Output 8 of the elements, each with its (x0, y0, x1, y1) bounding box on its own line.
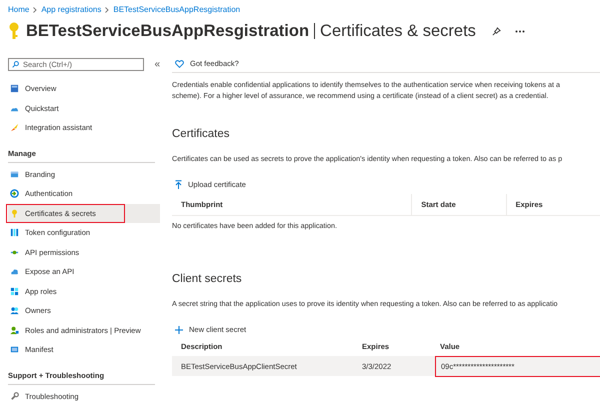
collapse-button[interactable]: « (154, 60, 160, 70)
app-name: BETestServiceBusAppResgistration (26, 20, 310, 42)
page-title: Certificates & secrets (314, 22, 476, 39)
breadcrumb-link[interactable]: App registrations (41, 4, 102, 16)
breadcrumb-link[interactable]: Home (8, 4, 30, 16)
section-title: Certificates (172, 127, 231, 142)
breadcrumb-link[interactable]: BETestServiceBusAppResgistration (113, 4, 240, 16)
section-title: Client secrets (172, 272, 243, 288)
